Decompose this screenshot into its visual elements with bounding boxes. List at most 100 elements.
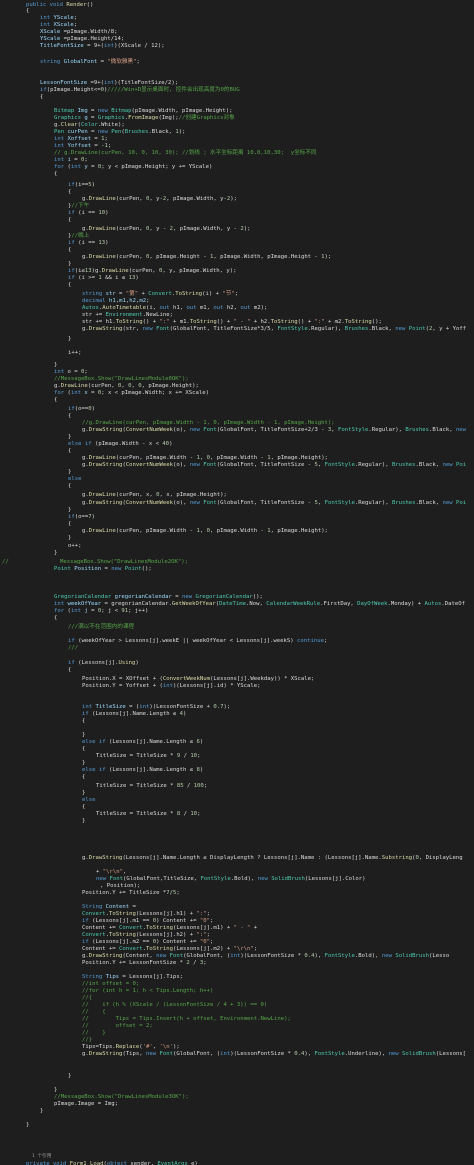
- code-line[interactable]: GregorianCalendar gregorianCalendar = ne…: [54, 594, 263, 601]
- code-line[interactable]: }: [68, 434, 71, 441]
- code-line[interactable]: }: [68, 469, 71, 476]
- code-line[interactable]: {: [68, 483, 71, 490]
- code-line[interactable]: i++;: [68, 350, 81, 357]
- code-line[interactable]: TitleSize = TitleSize * 9 / 10;: [96, 753, 200, 760]
- code-line[interactable]: str += h1.ToString() + ":" + m1.ToString…: [82, 319, 382, 326]
- code-line[interactable]: else: [68, 476, 81, 483]
- code-line[interactable]: }: [82, 818, 85, 825]
- code-line[interactable]: if (Lessons[j].Using): [68, 660, 139, 667]
- code-line[interactable]: Position.Y += LessonFontSize * 2 / 3;: [82, 960, 207, 967]
- code-line[interactable]: int Yoffset = -1;: [54, 143, 111, 150]
- code-line[interactable]: int Xoffset = 1;: [54, 136, 108, 143]
- code-line[interactable]: decimal h1,m1,h2,m2;: [82, 298, 149, 305]
- code-line[interactable]: for (int j = 0; j < 91; j++): [54, 608, 148, 615]
- code-line[interactable]: YScale =pImage.Height/14;: [40, 36, 124, 43]
- code-line[interactable]: if(o==7): [68, 514, 95, 521]
- code-line[interactable]: // }: [82, 1030, 106, 1037]
- code-line[interactable]: g.DrawString(Lessons[j].Name.Length ≤ Di…: [82, 855, 463, 862]
- code-line[interactable]: //int offset = 0;: [82, 981, 139, 988]
- code-line[interactable]: {: [54, 397, 57, 404]
- code-line[interactable]: //}: [82, 1037, 92, 1044]
- code-line[interactable]: if(i==5): [68, 182, 95, 189]
- code-line[interactable]: //MessageBox.Show("DrawLinesModule3OK");: [54, 1094, 189, 1101]
- code-line[interactable]: LessonFontSize =9+(int)(TitleFontSize/2)…: [40, 80, 178, 87]
- code-line[interactable]: private void Form1_Load(object sender, E…: [26, 1161, 198, 1165]
- code-line[interactable]: g.Clear(Color.White);: [54, 122, 125, 129]
- code-line[interactable]: string GlobalFont = "微软雅黑";: [40, 59, 140, 66]
- code-line[interactable]: }//下午: [68, 203, 89, 210]
- code-line[interactable]: if (i == 13): [68, 240, 108, 247]
- code-line[interactable]: }: [68, 261, 71, 268]
- code-line[interactable]: {: [82, 774, 85, 781]
- code-line[interactable]: if(o==0): [68, 406, 95, 413]
- code-line[interactable]: }: [68, 336, 71, 343]
- code-line[interactable]: str += Environment.NewLine;: [82, 312, 173, 319]
- code-line[interactable]: int o = 0;: [54, 369, 88, 376]
- code-line[interactable]: {: [68, 282, 71, 289]
- code-line[interactable]: }: [26, 1122, 29, 1129]
- code-line[interactable]: g.DrawString(Tips, new Font(GlobalFont, …: [82, 1051, 466, 1058]
- code-line[interactable]: if (weekOfYear > Lessons[j].weekE || wee…: [68, 638, 327, 645]
- code-line[interactable]: {: [68, 413, 71, 420]
- code-line[interactable]: {: [54, 171, 57, 178]
- code-line[interactable]: pImage.Image = Img;: [54, 1101, 118, 1108]
- code-line[interactable]: g.DrawString(Content, new Font(GlobalFon…: [82, 953, 449, 960]
- code-line[interactable]: //for (int h = 1; h < Tips.Length; h++): [82, 988, 213, 995]
- code-line[interactable]: Bitmap Img = new Bitmap(pImage.Width, pI…: [54, 108, 233, 115]
- code-line[interactable]: g.DrawLine(curPen, pImage.Width - 1, 0, …: [82, 455, 328, 462]
- code-line[interactable]: else if (pImage.Width - x < 40): [68, 441, 172, 448]
- code-line[interactable]: Tips=Tips.Replace('#', '\n');: [82, 1044, 180, 1051]
- code-line[interactable]: g.DrawLine(curPen, 0, 0, 0, pImage.Heigh…: [54, 383, 199, 390]
- code-line[interactable]: {: [40, 94, 43, 101]
- code-line[interactable]: Position.Y += TitleSize *7/5;: [82, 890, 180, 897]
- code-line[interactable]: }: [54, 1087, 57, 1094]
- code-line[interactable]: o++;: [68, 543, 81, 550]
- code-line[interactable]: g.DrawLine(curPen, 0, pImage.Height - 1,…: [82, 254, 331, 261]
- code-line[interactable]: else: [82, 797, 95, 804]
- code-line[interactable]: g.DrawString(str, new Font(GlobalFont, T…: [82, 326, 466, 333]
- code-line[interactable]: TitleFontSize = 9+(int)(XScale / 12);: [40, 43, 165, 50]
- code-line[interactable]: Convert.ToString(Lessons[j].h2) + ":";: [82, 932, 210, 939]
- code-line[interactable]: g.DrawLine(curPen, pImage.Width - 1, 0, …: [82, 528, 328, 535]
- code-line[interactable]: // Tips = Tips.Insert(h + offset, Enviro…: [82, 1016, 291, 1023]
- code-line[interactable]: //{: [82, 995, 92, 1002]
- code-line[interactable]: g.DrawString(ConvertNumWeek(o), new Font…: [82, 427, 466, 434]
- code-line[interactable]: if (Lessons[j].Name.Length ≤ 4): [82, 711, 186, 718]
- code-line[interactable]: ///满以不在范围内的课程: [68, 624, 134, 631]
- code-line[interactable]: else if (Lessons[j].Name.Length ≤ 6): [82, 739, 203, 746]
- code-line[interactable]: //MessageBox.Show("DrawLinesModule0OK");: [54, 376, 189, 383]
- code-line[interactable]: }//晚上: [68, 233, 89, 240]
- code-line[interactable]: int weekOfYear = gregorianCalendar.GetWe…: [54, 601, 465, 608]
- code-line[interactable]: XScale =pImage.Width/8;: [40, 29, 117, 36]
- code-line[interactable]: // g.DrawLine(curPen, 10, 0, 10, 30); //…: [54, 150, 316, 157]
- code-line[interactable]: // offset = 2;: [82, 1023, 153, 1030]
- code-line[interactable]: ///: [68, 645, 78, 652]
- code-line[interactable]: TitleSize = TitleSize * 8 / 10;: [96, 811, 200, 818]
- code-line[interactable]: Convert.ToString(Lessons[j].h1) + ":";: [82, 911, 210, 918]
- code-line[interactable]: Content += Convert.ToString(Lessons[j].m…: [82, 925, 257, 932]
- code-line[interactable]: if (Lessons[j].m2 == 0) Content += "0";: [82, 939, 213, 946]
- code-line[interactable]: }: [82, 760, 85, 767]
- code-line[interactable]: {: [82, 804, 85, 811]
- code-line[interactable]: string str = "第" + Convert.ToString(i) +…: [82, 291, 238, 298]
- code-line[interactable]: Graphics g = Graphics.FromImage(Img);//创…: [54, 115, 235, 122]
- code-line[interactable]: int i = 0;: [54, 157, 88, 164]
- code-line[interactable]: {: [68, 189, 71, 196]
- code-line[interactable]: //g.DrawLine(curPen, pImage.Width - 1, 0…: [82, 420, 335, 427]
- code-line[interactable]: g.DrawLine(curPen, 0, y - 2, pImage.Widt…: [82, 226, 250, 233]
- code-line[interactable]: if (i >= 1 && i ≤ 13): [68, 275, 139, 282]
- codelens-reference-count[interactable]: 1 个引用: [32, 1153, 51, 1160]
- code-line[interactable]: g.DrawString(ConvertNumWeek(o), new Font…: [82, 500, 466, 507]
- code-line[interactable]: Position.Y = Yoffset + (int)(Lessons[j].…: [82, 683, 261, 690]
- code-line[interactable]: }: [82, 790, 85, 797]
- code-line[interactable]: Position.X = XOffset + (ConvertWeekNum(L…: [82, 676, 314, 683]
- code-line[interactable]: }: [40, 1108, 43, 1115]
- code-line[interactable]: {: [26, 8, 29, 15]
- code-line[interactable]: int XScale;: [40, 22, 77, 29]
- code-line[interactable]: + "\r\n",: [96, 869, 126, 876]
- code-line[interactable]: {: [54, 615, 57, 622]
- code-line[interactable]: TitleSize = TitleSize * 85 / 100;: [96, 783, 207, 790]
- code-line[interactable]: }: [68, 1073, 71, 1080]
- code-line[interactable]: {: [68, 448, 71, 455]
- code-line[interactable]: new Font(GlobalFont,TitleSize, FontStyle…: [96, 876, 366, 883]
